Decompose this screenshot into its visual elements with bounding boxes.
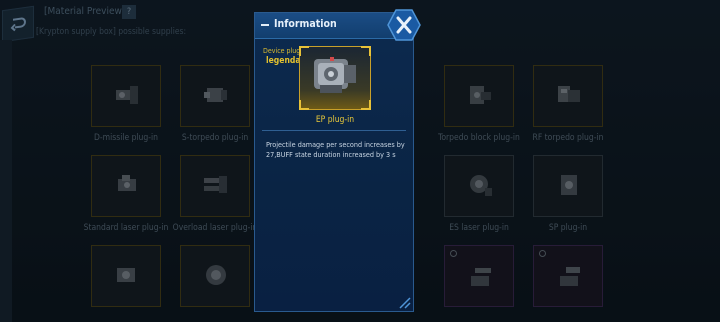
ep-plugin-icon bbox=[314, 57, 356, 93]
frame-corner bbox=[361, 100, 371, 110]
panel-corner-icon bbox=[399, 297, 411, 309]
panel-title: Information bbox=[274, 18, 337, 30]
divider bbox=[262, 130, 406, 131]
item-name: EP plug-in bbox=[315, 115, 355, 125]
frame-corner bbox=[361, 46, 371, 56]
item-preview bbox=[299, 46, 371, 110]
frame-corner bbox=[299, 100, 309, 110]
frame-corner bbox=[299, 46, 309, 56]
item-description: Projectile damage per second increases b… bbox=[266, 140, 405, 159]
collapse-icon bbox=[261, 24, 269, 26]
close-icon[interactable] bbox=[387, 8, 421, 42]
